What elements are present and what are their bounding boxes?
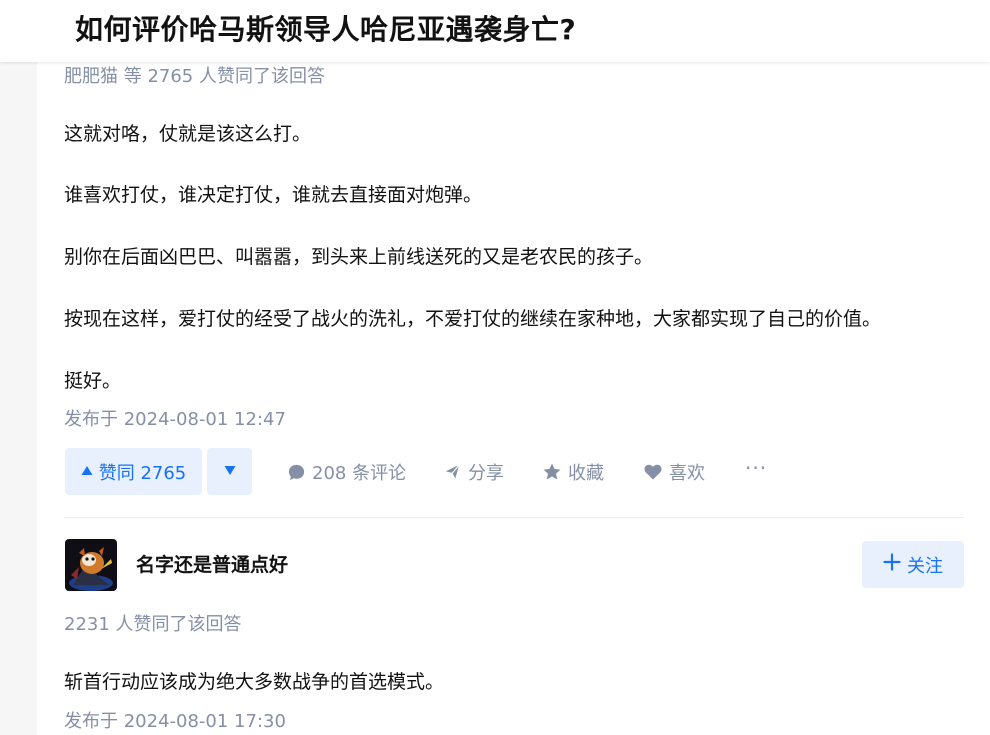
star-icon (542, 462, 562, 482)
answer2-author-name[interactable]: 名字还是普通点好 (136, 550, 288, 577)
question-header: 如何评价哈马斯领导人哈尼亚遇袭身亡? (0, 0, 990, 62)
favorite-label: 收藏 (568, 463, 604, 484)
question-title[interactable]: 如何评价哈马斯领导人哈尼亚遇袭身亡? (75, 8, 576, 48)
follow-button[interactable]: 关注 (862, 541, 964, 588)
follow-label: 关注 (907, 555, 943, 577)
answer-divider (64, 517, 964, 518)
vote-up-button[interactable]: 赞同 2765 (65, 448, 202, 495)
answer1-publish-time[interactable]: 发布于 2024-08-01 12:47 (64, 405, 286, 431)
answer1-paragraph: 按现在这样，爱打仗的经受了战火的洗礼，不爱打仗的继续在家种地，大家都实现了自己的… (64, 308, 882, 330)
comment-icon (287, 463, 306, 482)
like-button[interactable]: 喜欢 (643, 459, 705, 485)
comments-label: 208 条评论 (312, 463, 407, 484)
share-icon (442, 462, 462, 482)
heart-icon (643, 462, 663, 482)
like-label: 喜欢 (669, 463, 705, 484)
answer1-paragraph: 挺好。 (64, 370, 122, 392)
vote-down-button[interactable] (207, 448, 252, 495)
caret-down-icon (224, 464, 236, 480)
answer1-voters[interactable]: 肥肥猫 等 2765 人赞同了该回答 (64, 62, 325, 88)
answer1-paragraph: 这就对咯，仗就是该这么打。 (64, 123, 312, 145)
share-button[interactable]: 分享 (442, 459, 504, 485)
vote-up-label: 赞同 2765 (98, 462, 187, 484)
comments-button[interactable]: 208 条评论 (287, 459, 406, 485)
author-avatar[interactable] (65, 539, 117, 591)
favorite-button[interactable]: 收藏 (542, 459, 604, 485)
answer1-paragraph: 谁喜欢打仗，谁决定打仗，谁就去直接面对炮弹。 (64, 184, 483, 206)
answer1-paragraph: 别你在后面凶巴巴、叫嚣嚣，到头来上前线送死的又是老农民的孩子。 (64, 246, 654, 268)
answer2-voters[interactable]: 2231 人赞同了该回答 (64, 610, 242, 636)
plus-icon (883, 553, 901, 576)
share-label: 分享 (468, 463, 504, 484)
answer2-paragraph: 斩首行动应该成为绝大多数战争的首选模式。 (64, 671, 445, 693)
more-options-button[interactable]: ··· (745, 456, 767, 480)
answer2-publish-time[interactable]: 发布于 2024-08-01 17:30 (64, 707, 286, 733)
caret-up-icon (81, 461, 93, 482)
